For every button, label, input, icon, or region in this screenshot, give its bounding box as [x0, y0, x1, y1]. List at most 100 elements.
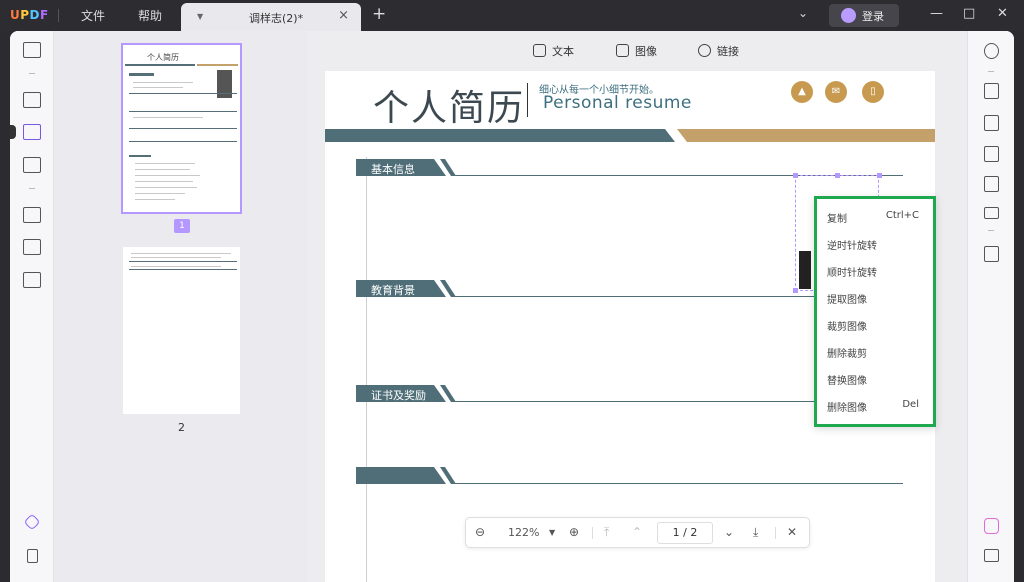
- document-tab[interactable]: ▼ 调样志(2)* ×: [181, 3, 361, 31]
- image-icon: [616, 44, 629, 57]
- header-band-dark: [325, 129, 675, 142]
- resume-subtitle-en[interactable]: Personal resume: [543, 93, 692, 113]
- mini-rule: [129, 111, 237, 112]
- section-label[interactable]: 基本信息: [371, 161, 415, 177]
- previous-page-icon[interactable]: ⌃: [632, 525, 642, 539]
- tab-menu-icon[interactable]: ▼: [197, 12, 203, 21]
- bookmark-icon[interactable]: [27, 549, 38, 563]
- menu-item-remove-crop[interactable]: 删除裁剪: [827, 345, 867, 360]
- mini-rule: [129, 269, 237, 270]
- new-tab-button[interactable]: +: [372, 4, 386, 24]
- mini-title: 个人简历: [147, 53, 179, 62]
- menu-item-crop-image[interactable]: 裁剪图像: [827, 318, 867, 333]
- mini-section: [129, 73, 154, 76]
- menu-file[interactable]: 文件: [81, 7, 105, 24]
- resume-title[interactable]: 个人简历: [373, 79, 525, 131]
- edit-toolbar: 文本 图像 链接: [307, 31, 967, 71]
- left-toolbar: [10, 31, 54, 582]
- right-toolbar: [967, 31, 1014, 582]
- section-label[interactable]: 教育背景: [371, 282, 415, 298]
- menu-item-rotate-ccw[interactable]: 逆时针旋转: [827, 237, 877, 252]
- organize-pages-icon[interactable]: [23, 207, 41, 223]
- form-tool-icon[interactable]: [23, 157, 41, 173]
- save-icon[interactable]: [984, 246, 999, 262]
- menu-help[interactable]: 帮助: [138, 7, 162, 24]
- menu-item-extract-image[interactable]: 提取图像: [827, 291, 867, 306]
- resize-handle[interactable]: [835, 173, 840, 178]
- zoom-level[interactable]: 122%: [508, 526, 539, 539]
- first-page-icon[interactable]: ⤒: [604, 525, 609, 540]
- resize-handle[interactable]: [793, 288, 798, 293]
- mini-rule: [129, 128, 237, 129]
- last-page-icon[interactable]: ⤓: [753, 525, 758, 540]
- add-image-button[interactable]: 图像: [616, 43, 657, 59]
- mini-text: [133, 82, 193, 83]
- menu-item-replace-image[interactable]: 替换图像: [827, 372, 867, 387]
- close-zoom-bar-icon[interactable]: ✕: [787, 525, 797, 539]
- protect-icon[interactable]: [984, 146, 999, 162]
- section-tag: [356, 467, 446, 484]
- search-icon[interactable]: [984, 43, 999, 59]
- email-icon[interactable]: [984, 207, 999, 219]
- mini-text: [135, 169, 190, 170]
- avatar-icon: [841, 8, 856, 23]
- next-page-icon[interactable]: ⌄: [724, 525, 734, 539]
- section-rule: [451, 483, 903, 484]
- share-icon[interactable]: [984, 176, 999, 192]
- menu-item-copy[interactable]: 复制: [827, 210, 847, 225]
- mini-band: [125, 64, 195, 66]
- tab-close-icon[interactable]: ×: [338, 8, 349, 23]
- header-band-gold: [677, 129, 935, 142]
- title-divider: [527, 83, 528, 117]
- close-window-button[interactable]: ✕: [997, 6, 1008, 21]
- image-context-menu: 复制 Ctrl+C 逆时针旋转 顺时针旋转 提取图像 裁剪图像 删除裁剪 替换图…: [814, 196, 936, 427]
- section-basic-info: 基本信息: [356, 159, 916, 176]
- add-link-button[interactable]: 链接: [698, 43, 739, 59]
- tools-icon[interactable]: [23, 272, 41, 288]
- reader-mode-icon[interactable]: [23, 42, 41, 58]
- thumbnail-page-2[interactable]: [123, 247, 240, 414]
- mini-text: [135, 193, 185, 194]
- maximize-button[interactable]: □: [963, 6, 975, 21]
- mini-text: [135, 199, 175, 200]
- thumbnail-page-number-badge: 1: [174, 219, 190, 233]
- phone-icon: ▯: [862, 81, 884, 103]
- add-text-button[interactable]: 文本: [533, 43, 574, 59]
- convert-icon[interactable]: [984, 115, 999, 131]
- login-button[interactable]: 登录: [829, 4, 899, 27]
- collapse-panel-handle[interactable]: [10, 125, 16, 139]
- ocr-icon[interactable]: [984, 83, 999, 99]
- comment-tool-icon[interactable]: [23, 92, 41, 108]
- menu-item-delete-image[interactable]: 删除图像: [827, 399, 867, 414]
- thumbnail-page-number: 2: [178, 421, 185, 434]
- title-bar: UPDF 文件 帮助 ▼ 调样志(2)* × + ⌄ 登录 — □ ✕: [0, 0, 1024, 31]
- mini-text: [133, 87, 183, 88]
- page-number-input[interactable]: 1 / 2: [657, 522, 713, 544]
- zoom-in-icon[interactable]: ⊕: [569, 525, 579, 539]
- menu-item-rotate-cw[interactable]: 顺时针旋转: [827, 264, 877, 279]
- layers-icon[interactable]: [23, 513, 41, 531]
- ai-assistant-icon[interactable]: [984, 518, 999, 534]
- chevron-down-icon[interactable]: ⌄: [798, 6, 808, 20]
- edit-pdf-icon[interactable]: [23, 124, 41, 140]
- zoom-out-icon[interactable]: ⊖: [475, 525, 485, 539]
- resize-handle[interactable]: [793, 173, 798, 178]
- mini-rule: [129, 141, 237, 142]
- app-logo: UPDF: [10, 8, 49, 22]
- divider: [29, 73, 35, 74]
- mini-rule: [129, 93, 237, 94]
- photo-image[interactable]: [799, 251, 811, 289]
- mail-icon: ✉: [825, 81, 847, 103]
- minimize-button[interactable]: —: [930, 6, 943, 21]
- tab-title: 调样志(2)*: [249, 12, 304, 25]
- comment-list-icon[interactable]: [984, 549, 999, 562]
- crop-pages-icon[interactable]: [23, 239, 41, 255]
- thumbnail-page-1[interactable]: 个人简历: [121, 43, 242, 214]
- section-label[interactable]: 证书及奖励: [371, 387, 426, 403]
- resize-handle[interactable]: [877, 173, 882, 178]
- zoom-toolbar: ⊖ 122% ▼ ⊕ ⤒ ⌃ 1 / 2 ⌄ ⤓ ✕: [465, 517, 810, 548]
- mini-text: [131, 266, 221, 267]
- divider: [988, 230, 994, 231]
- timeline-line: [366, 157, 367, 582]
- zoom-dropdown-icon[interactable]: ▼: [549, 528, 555, 537]
